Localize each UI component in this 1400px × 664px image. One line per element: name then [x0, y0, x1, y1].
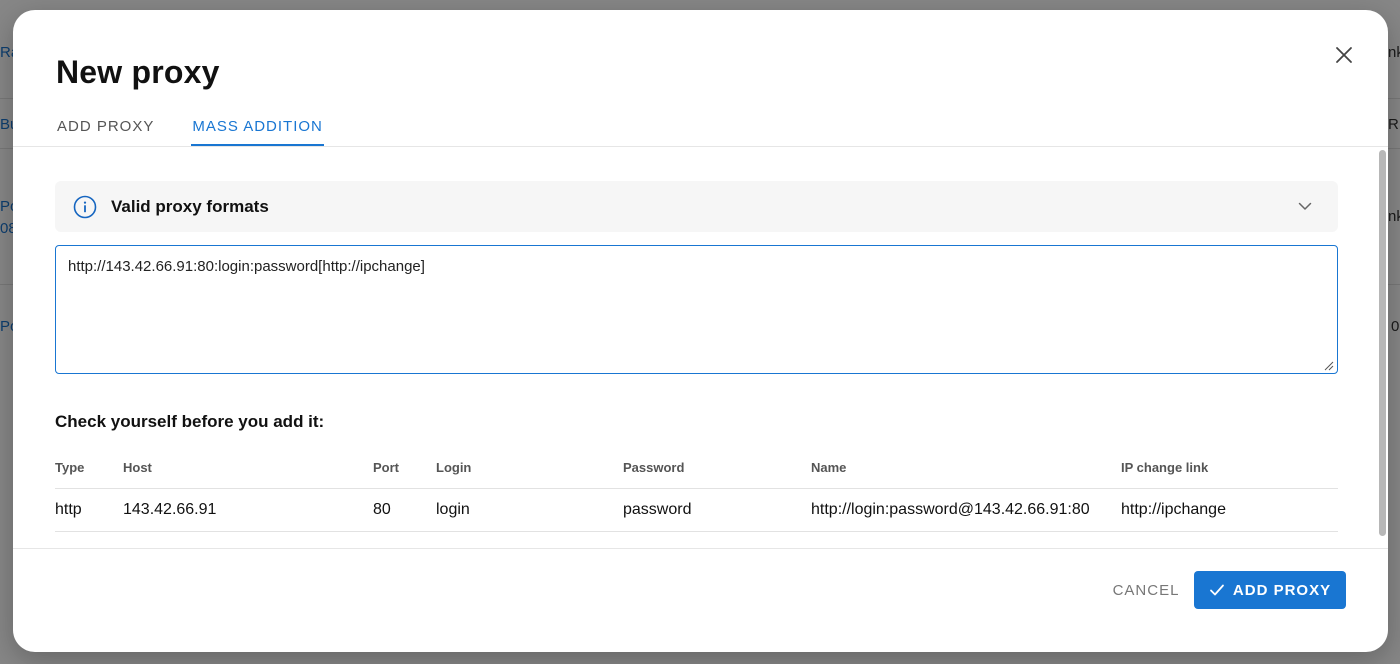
column-header-type: Type — [55, 447, 123, 489]
scrollbar-thumb[interactable] — [1379, 150, 1386, 536]
resize-handle-icon[interactable] — [1322, 359, 1334, 371]
preview-heading: Check yourself before you add it: — [55, 412, 325, 431]
dialog-content: Valid proxy formats http://143.42.66.91:… — [13, 147, 1388, 548]
add-proxy-button[interactable]: ADD PROXY — [1194, 571, 1346, 609]
column-header-password: Password — [623, 447, 811, 489]
cell-port: 80 — [373, 488, 436, 532]
add-proxy-label: ADD PROXY — [1232, 581, 1332, 599]
info-icon — [73, 195, 97, 219]
valid-formats-accordion[interactable]: Valid proxy formats — [55, 181, 1338, 232]
cell-ip-change-link: http://ipchange — [1121, 488, 1338, 532]
column-header-login: Login — [436, 447, 623, 489]
tab-bar: ADD PROXY MASS ADDITION — [56, 110, 360, 146]
cell-host: 143.42.66.91 — [123, 488, 373, 532]
proxy-preview-table: Type Host Port Login Password Name IP ch… — [55, 447, 1338, 532]
cell-login: login — [436, 488, 623, 532]
dialog-title: New proxy — [56, 54, 220, 90]
close-icon — [1336, 47, 1352, 63]
chevron-down-icon[interactable] — [1297, 198, 1313, 214]
close-button[interactable] — [1331, 42, 1357, 68]
column-header-name: Name — [811, 447, 1121, 489]
new-proxy-dialog: New proxy ADD PROXY MASS ADDITION Valid … — [13, 10, 1388, 652]
valid-formats-title: Valid proxy formats — [111, 197, 269, 216]
tab-add-proxy[interactable]: ADD PROXY — [56, 110, 155, 146]
cell-name: http://login:password@143.42.66.91:80 — [811, 488, 1121, 532]
cancel-button[interactable]: CANCEL — [1093, 571, 1199, 609]
footer-divider — [13, 548, 1388, 549]
column-header-port: Port — [373, 447, 436, 489]
table-header-row: Type Host Port Login Password Name IP ch… — [55, 447, 1338, 489]
column-header-host: Host — [123, 447, 373, 489]
cell-type: http — [55, 488, 123, 532]
column-header-ip-change-link: IP change link — [1121, 447, 1338, 489]
table-row: http 143.42.66.91 80 login password http… — [55, 488, 1338, 532]
tab-mass-addition[interactable]: MASS ADDITION — [191, 110, 324, 146]
check-icon — [1210, 584, 1224, 596]
proxy-list-input[interactable]: http://143.42.66.91:80:login:password[ht… — [55, 245, 1338, 374]
cell-password: password — [623, 488, 811, 532]
